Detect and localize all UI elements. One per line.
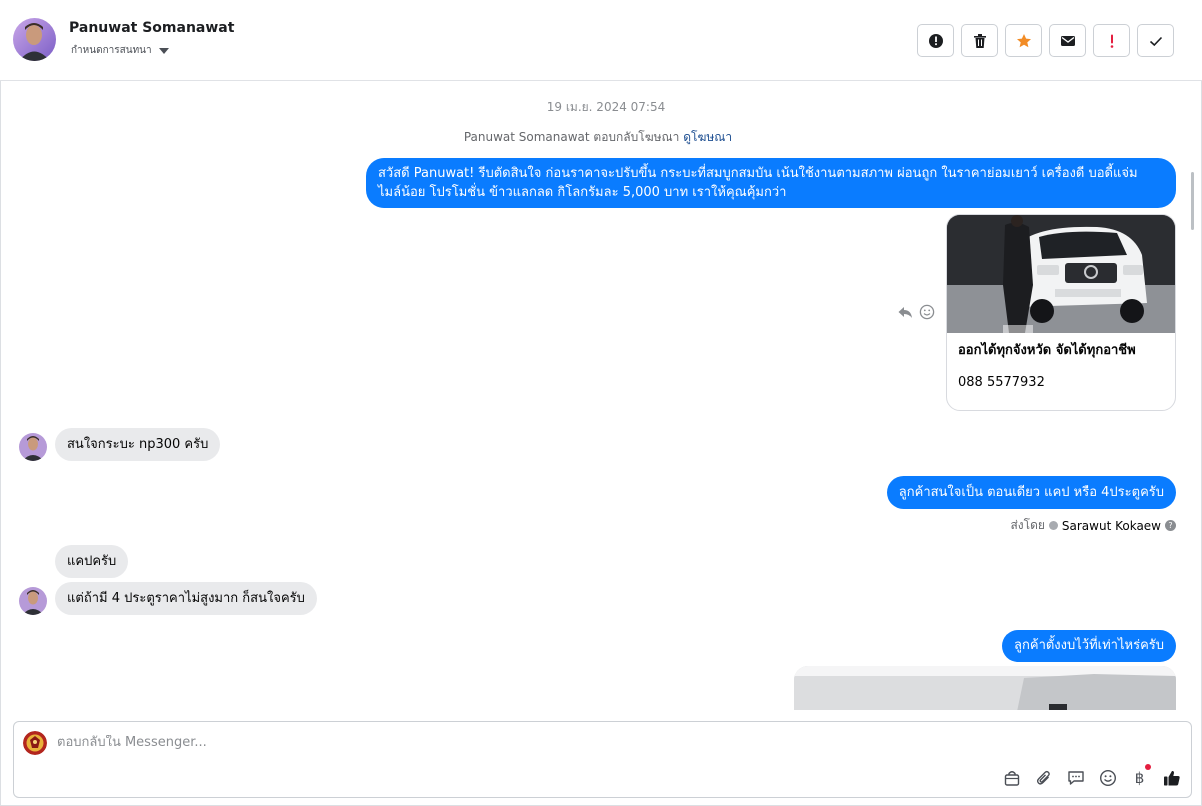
mark-unread-button[interactable] [1049, 24, 1086, 57]
saved-replies-icon [1067, 770, 1084, 785]
reply-input[interactable] [57, 735, 657, 750]
ad-card[interactable]: ออกได้ทุกจังหวัด จัดได้ทุกอาชีพ 088 5577… [946, 214, 1176, 411]
ad-title: ออกได้ทุกจังหวัด จัดได้ทุกอาชีพ [958, 343, 1136, 358]
star-icon [1016, 33, 1031, 47]
conversation-stage-dropdown[interactable]: กำหนดการสนทนา [71, 43, 169, 58]
outgoing-message[interactable]: สวัสดี Panuwat! รีบตัดสินใจ ก่อนราคาจะปร… [366, 158, 1176, 208]
sent-by-label: ส่งโดย [1010, 518, 1045, 532]
trash-icon [973, 33, 986, 48]
outgoing-message[interactable]: ลูกค้าตั้งงบไว้ที่เท่าไหร่ครับ [1002, 630, 1176, 662]
ad-reply-note: Panuwat Somanawat ตอบกลับโฆษณา ดูโฆษณา [0, 128, 1196, 147]
contact-name: Panuwat Somanawat [69, 20, 235, 36]
incoming-message[interactable]: แต่ถ้ามี 4 ประตูราคาไม่สูงมาก ก็สนใจครับ [55, 582, 317, 615]
contact-avatar-small [19, 433, 47, 461]
sent-photo[interactable] [794, 666, 1176, 710]
ad-reply-text: Panuwat Somanawat ตอบกลับโฆษณา [463, 130, 680, 144]
reply-icon[interactable] [897, 304, 913, 320]
thumbs-up-icon [1163, 770, 1180, 785]
message-actions [897, 304, 935, 320]
like-button[interactable] [1162, 768, 1181, 787]
exclamation-icon [1110, 34, 1113, 48]
date-separator: 19 เม.ย. 2024 07:54 [546, 100, 666, 114]
paperclip-icon [1036, 770, 1050, 785]
mark-done-button[interactable] [1137, 24, 1174, 57]
spam-button[interactable] [917, 24, 954, 57]
chevron-down-icon [158, 47, 169, 54]
contact-avatar[interactable] [13, 18, 56, 61]
delete-button[interactable] [961, 24, 998, 57]
outgoing-message[interactable]: ลูกค้าสนใจเป็น ตอนเดียว แคป หรือ 4ประตูค… [886, 476, 1176, 509]
saved-replies-button[interactable] [1066, 768, 1085, 787]
verified-icon [1048, 521, 1058, 530]
reply-composer: ฿ [13, 721, 1192, 798]
follow-up-button[interactable] [1093, 24, 1130, 57]
alert-circle-icon [928, 33, 943, 48]
notification-dot [1145, 764, 1151, 770]
emoji-icon [1099, 769, 1116, 786]
payment-button[interactable]: ฿ [1130, 764, 1151, 787]
baht-icon: ฿ [1134, 768, 1145, 787]
ad-image [947, 215, 1175, 333]
message-thread[interactable]: 19 เม.ย. 2024 07:54 Panuwat Somanawat ตอ… [0, 82, 1196, 710]
incoming-message[interactable]: แคปครับ [55, 545, 129, 578]
emoji-button[interactable] [1098, 768, 1117, 787]
emoji-reaction-icon[interactable] [919, 304, 935, 320]
products-button[interactable] [1002, 768, 1021, 787]
star-button[interactable] [1005, 24, 1042, 57]
view-ad-link[interactable]: ดูโฆษณา [683, 130, 732, 144]
attach-button[interactable] [1034, 768, 1053, 787]
stage-label: กำหนดการสนทนา [71, 45, 152, 56]
bag-icon [1004, 770, 1019, 786]
incoming-message[interactable]: สนใจกระบะ np300 ครับ [55, 428, 221, 461]
thread-scrollbar[interactable] [1191, 172, 1194, 230]
envelope-icon [1060, 35, 1075, 46]
help-icon[interactable]: ? [1165, 520, 1176, 531]
ad-phone: 088 5577932 [958, 375, 1045, 390]
check-icon [1149, 36, 1162, 46]
contact-avatar-small [19, 587, 47, 615]
sent-by-row: ส่งโดย Sarawut Kokaew ? [1010, 516, 1176, 535]
page-avatar [23, 731, 47, 755]
conversation-header: Panuwat Somanawat กำหนดการสนทนา [0, 0, 1202, 81]
sender-name[interactable]: Sarawut Kokaew [1062, 519, 1161, 533]
